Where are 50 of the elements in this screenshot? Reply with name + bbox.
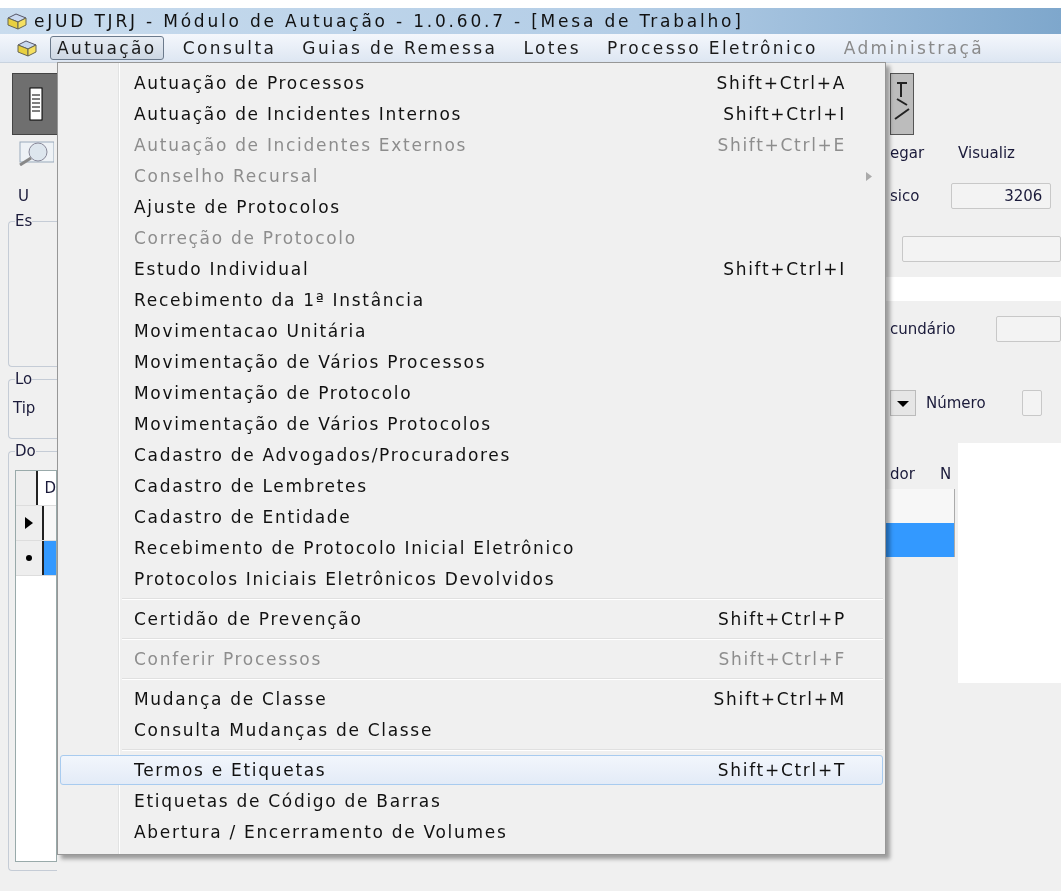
menu-entry[interactable]: Movimentação de Protocolo — [60, 378, 883, 408]
menu-entry[interactable]: Movimentação de Vários Protocolos — [60, 409, 883, 439]
menu-entry[interactable]: Etiquetas de Código de Barras — [60, 786, 883, 816]
grid-row[interactable] — [886, 489, 955, 523]
menu-entry[interactable]: Ajuste de Protocolos — [60, 192, 883, 222]
app-menu-icon[interactable] — [16, 39, 38, 57]
menu-entry[interactable]: Mudança de Classe Shift+Ctrl+M — [60, 684, 883, 714]
label-fragment: Tip — [13, 399, 36, 417]
grid-corner — [16, 471, 39, 505]
menu-entry[interactable]: Recebimento de Protocolo Inicial Eletrônico — [60, 533, 883, 563]
label-fragment: sico — [890, 187, 920, 205]
menu-entry[interactable]: Movimentação de Vários Processos — [60, 347, 883, 377]
menu-link[interactable]: egar — [890, 144, 925, 162]
window-title: eJUD TJRJ - Módulo de Autuação - 1.0.60.7 - [Mesa de Trabalho] — [34, 11, 744, 31]
text-field[interactable] — [1021, 390, 1042, 416]
menu-entry[interactable]: Cadastro de Entidade — [60, 502, 883, 532]
menu-entry[interactable]: Abertura / Encerramento de Volumes — [60, 817, 883, 847]
menu-entry[interactable]: Cadastro de Advogados/Procuradores — [60, 440, 883, 470]
menu-item[interactable]: Guias de Remessa — [295, 36, 505, 60]
menu-entry[interactable]: Termos e Etiquetas Shift+Ctrl+T — [60, 755, 883, 785]
menu-entry[interactable]: Certidão de Prevenção Shift+Ctrl+P — [60, 604, 883, 634]
menu-item[interactable]: Processo Eletrônico — [599, 36, 825, 60]
text-field[interactable] — [902, 236, 1061, 262]
menu-entry[interactable]: Recebimento da 1ª Instância — [60, 285, 883, 315]
menu-entry[interactable]: Cadastro de Lembretes — [60, 471, 883, 501]
menu-entry[interactable]: Protocolos Iniciais Eletrônicos Devolvidos — [60, 564, 883, 594]
toolbar-button[interactable] — [12, 73, 57, 135]
menu-entry[interactable]: Autuação de Processos Shift+Ctrl+A — [60, 68, 883, 98]
document-icon — [28, 87, 43, 121]
row-header[interactable] — [16, 506, 44, 540]
toolbar-button[interactable] — [890, 73, 914, 135]
column-header: D — [43, 479, 56, 497]
label-fragment: Número — [926, 394, 986, 412]
app-icon — [6, 12, 28, 30]
menu-entry[interactable]: Autuação de Incidentes Internos Shift+Ctrl+I — [60, 99, 883, 129]
column-header: dor — [889, 465, 916, 483]
menu-entry[interactable]: Movimentacao Unitária — [60, 316, 883, 346]
text-field[interactable] — [995, 316, 1061, 342]
menu-link[interactable]: Visualiz — [958, 144, 1015, 162]
menu-item[interactable]: Lotes — [516, 36, 588, 60]
menu-item[interactable]: Autuação — [50, 36, 164, 60]
menu-entry[interactable]: Consulta Mudanças de Classe — [60, 715, 883, 745]
menu-entry[interactable]: Estudo Individual Shift+Ctrl+I — [60, 254, 883, 284]
menu-item[interactable]: Consulta — [175, 36, 284, 60]
row-header[interactable] — [16, 541, 44, 575]
grid-row[interactable] — [886, 523, 955, 557]
label-fragment: U — [18, 187, 29, 205]
column-header: N — [940, 465, 952, 483]
number-field[interactable]: 3206 — [951, 183, 1052, 209]
label-fragment: cundário — [890, 320, 956, 338]
